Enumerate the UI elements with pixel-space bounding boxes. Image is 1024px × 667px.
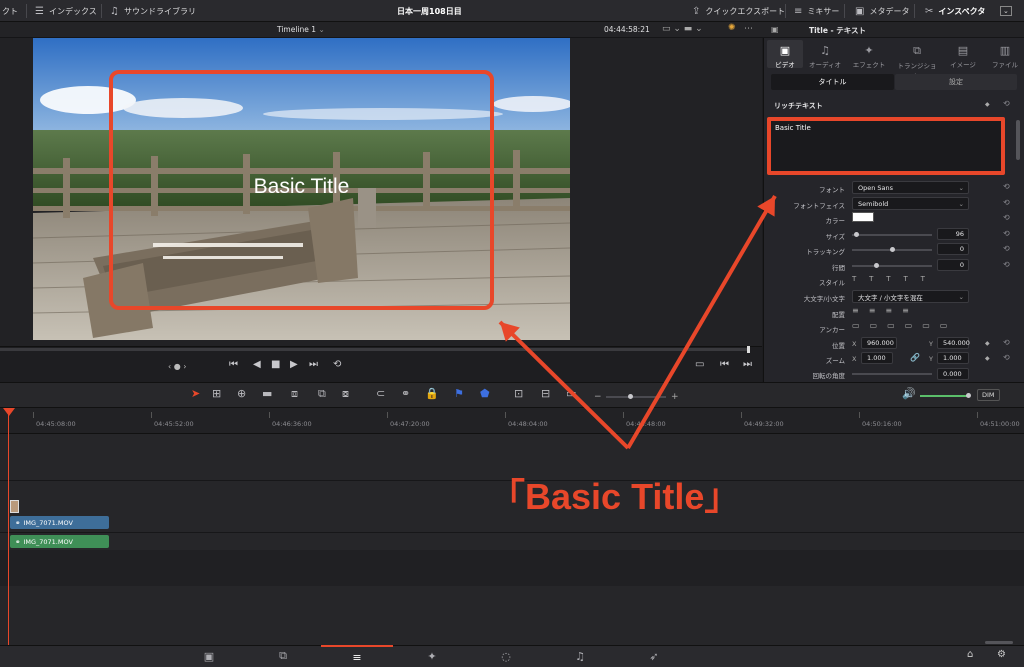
annotation-callout: 「Basic Title」 bbox=[489, 476, 741, 517]
annotation-arrows bbox=[498, 194, 777, 450]
annotation-arrow-line bbox=[626, 194, 777, 450]
annotation-arrow-line bbox=[498, 320, 630, 450]
